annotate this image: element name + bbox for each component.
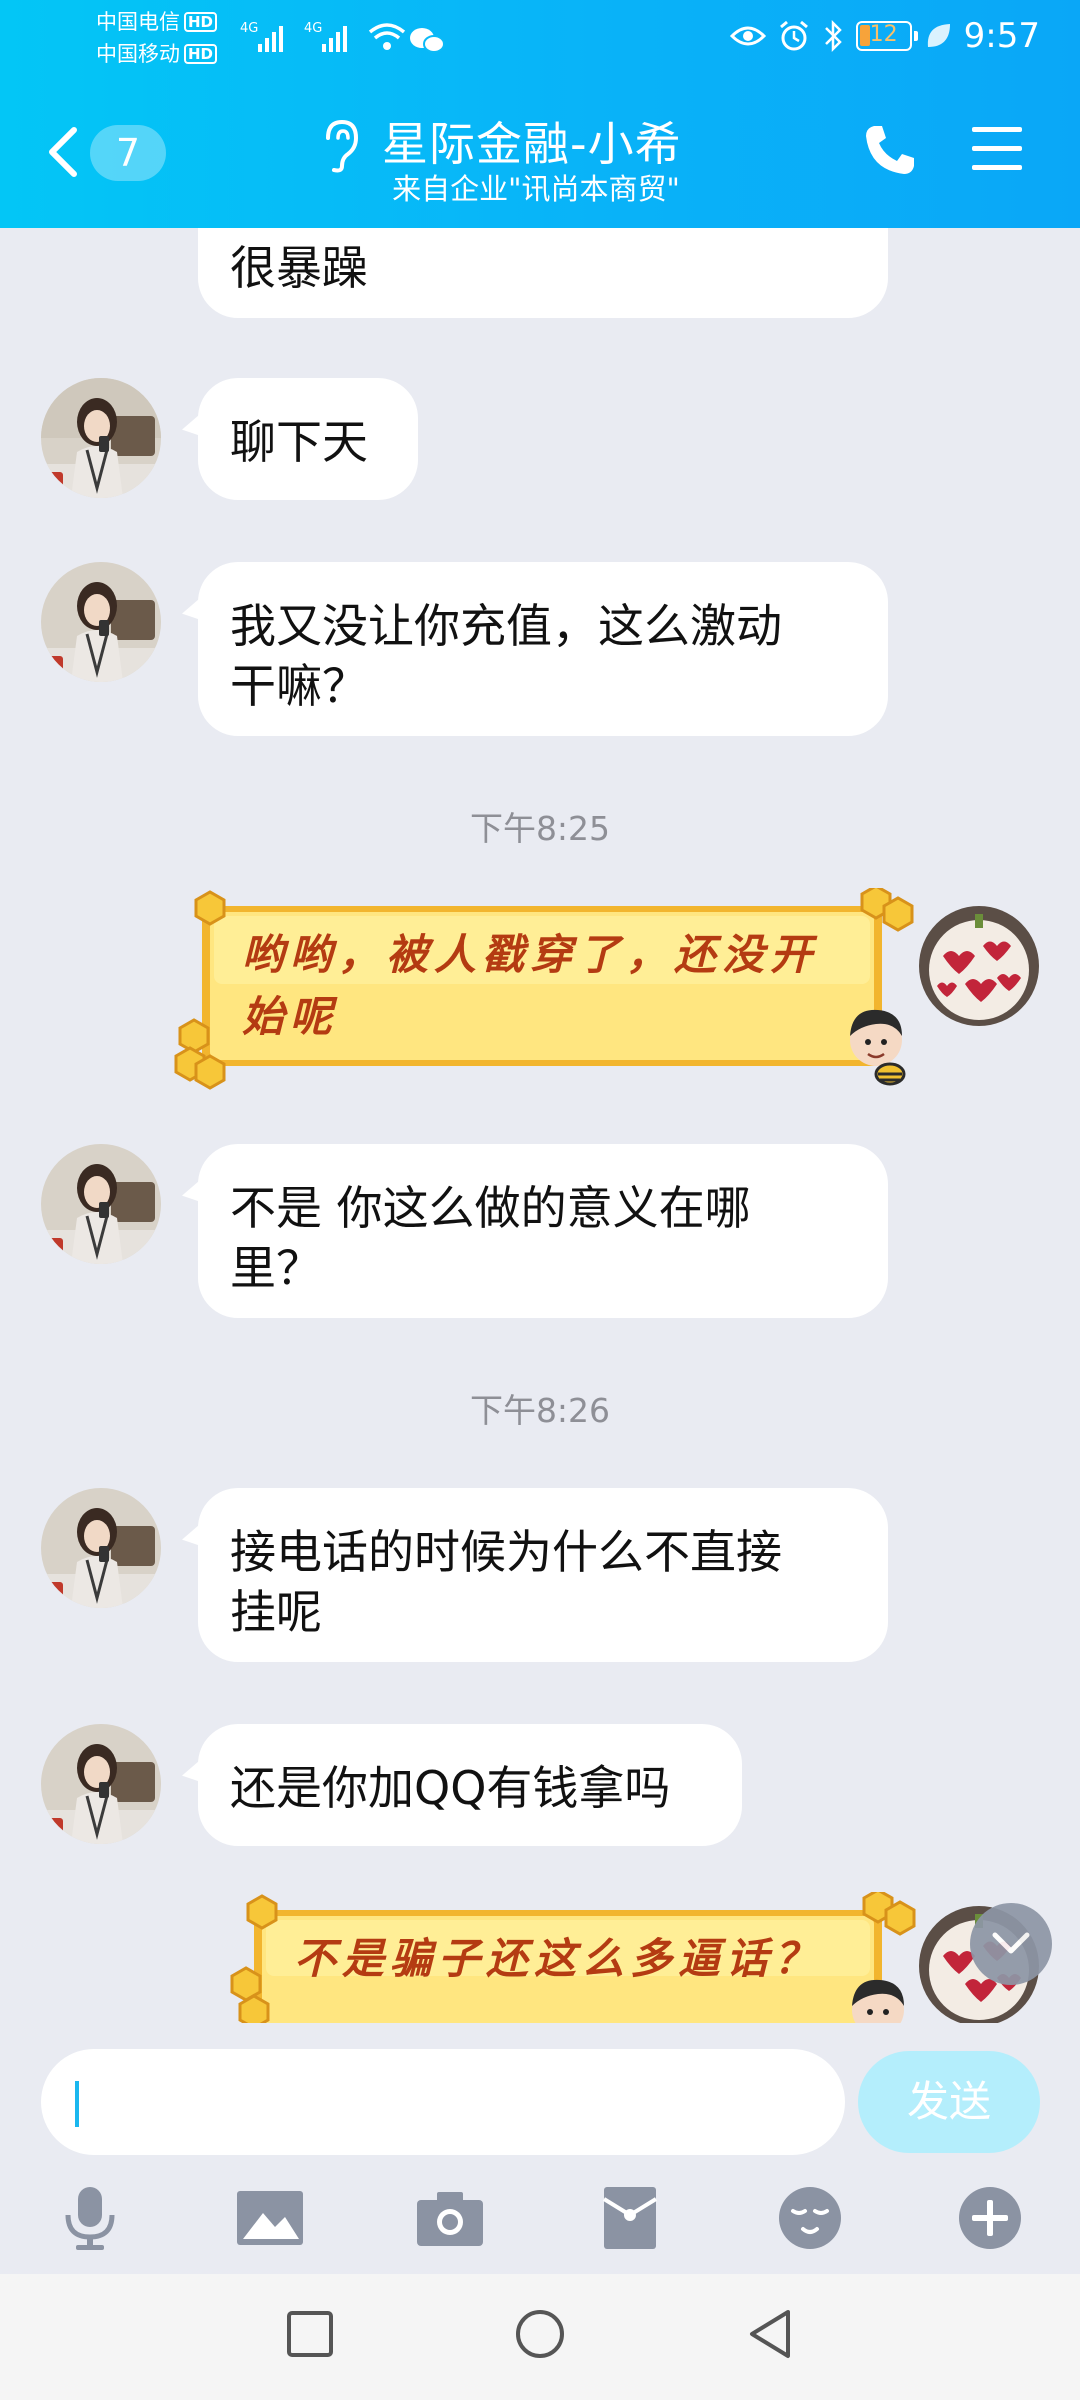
contact-company: 来自企业"讯尚本商贸" [392, 172, 680, 206]
message-line-2: 里？ [230, 1241, 322, 1295]
emoji-icon [779, 2187, 841, 2249]
mic-icon [65, 2187, 115, 2250]
timestamp: 下午8:26 [469, 1391, 611, 1430]
system-navigation-bar [0, 2274, 1080, 2400]
carrier-1-name: 中国电信 [96, 10, 180, 34]
message-bubble[interactable]: 不是 你这么做的意义在哪 里？ [198, 1144, 888, 1318]
back-nav-icon[interactable] [744, 2308, 796, 2360]
red-packet-icon [602, 2187, 658, 2249]
phone-call-icon[interactable] [862, 122, 918, 178]
avatar[interactable] [41, 378, 161, 498]
clock: 9:57 [963, 16, 1040, 56]
camera-icon [417, 2192, 483, 2246]
my-avatar[interactable] [919, 906, 1039, 1026]
avatar[interactable] [41, 1144, 161, 1264]
signal-wifi-icons: 4G 4G [240, 21, 445, 53]
carrier-1: 中国电信 HD [96, 10, 218, 34]
net-label-2: 4G [304, 21, 322, 36]
alarm-icon [779, 20, 808, 51]
message-bubble[interactable]: 接电话的时候为什么不直接 挂呢 [198, 1488, 888, 1662]
net-label-1: 4G [240, 21, 258, 36]
plus-icon [959, 2187, 1021, 2249]
send-button[interactable]: 发送 [858, 2051, 1040, 2153]
contact-avatar-image [41, 378, 161, 498]
sticker-text: 不是骗子还这么多逼话？ [294, 1934, 823, 1983]
image-icon [237, 2191, 303, 2245]
message-list[interactable]: 很暴躁 聊下天 我又没让你充值，这么激动 干嘛？ 下午8:25 哟哟，被人戳穿了… [0, 228, 1080, 2023]
recents-icon[interactable] [284, 2308, 336, 2360]
more-button[interactable] [952, 2180, 1028, 2256]
scroll-to-bottom-button[interactable] [970, 1903, 1052, 1985]
emoji-button[interactable] [772, 2180, 848, 2256]
carrier-2: 中国移动 HD [96, 42, 218, 66]
carrier-2-name: 中国移动 [96, 42, 180, 66]
red-packet-button[interactable] [592, 2180, 668, 2256]
hd-badge: HD [184, 12, 218, 32]
chevron-down-icon [992, 1932, 1030, 1954]
sticker-bubble[interactable]: 哟哟，被人戳穿了，还没开 始呢 [172, 884, 916, 1090]
subtitle-row: 来自企业"讯尚本商贸" [0, 166, 1080, 208]
camera-button[interactable] [412, 2180, 488, 2256]
home-icon[interactable] [514, 2308, 566, 2360]
contact-avatar-image [41, 1144, 161, 1264]
leaf-icon [927, 24, 950, 47]
eye-icon [729, 26, 766, 46]
contact-name: 星际金融-小希 [382, 117, 682, 171]
hd-badge: HD [184, 44, 218, 64]
photo-button[interactable] [232, 2180, 308, 2256]
message-line-1: 接电话的时候为什么不直接 [230, 1525, 782, 1579]
avatar[interactable] [41, 1488, 161, 1608]
bluetooth-icon [824, 19, 842, 53]
avatar[interactable] [41, 562, 161, 682]
message-line-1: 我又没让你充值，这么激动 [230, 599, 782, 653]
battery-indicator: 12 [855, 21, 918, 51]
status-bar: 中国电信 HD 中国移动 HD 4G 4G 12 9:57 [0, 0, 1080, 78]
character-face-icon [852, 1979, 904, 2023]
chat-header: 中国电信 HD 中国移动 HD 4G 4G 12 9:57 7 星际金融-小希 … [0, 0, 1080, 228]
message-line-1: 不是 你这么做的意义在哪 [230, 1181, 751, 1235]
text-cursor [75, 2081, 79, 2127]
menu-icon[interactable] [970, 124, 1024, 174]
message-line-2: 挂呢 [230, 1585, 322, 1639]
message-bubble[interactable]: 很暴躁 [198, 228, 888, 318]
message-line-2: 干嘛？ [230, 659, 368, 713]
avatar[interactable] [41, 1724, 161, 1844]
message-text: 聊下天 [230, 415, 368, 469]
contact-avatar-image [41, 562, 161, 682]
user-avatar-image [919, 906, 1039, 1026]
contact-avatar-image [41, 1488, 161, 1608]
sticker-bubble[interactable]: 不是骗子还这么多逼话？ [224, 1888, 916, 2023]
message-bubble[interactable]: 还是你加QQ有钱拿吗 [198, 1724, 742, 1846]
voice-button[interactable] [52, 2180, 128, 2256]
message-text: 还是你加QQ有钱拿吗 [230, 1761, 671, 1815]
status-right: 12 9:57 [729, 16, 1040, 56]
battery-level: 12 [869, 22, 898, 47]
character-face-icon [850, 1009, 906, 1086]
message-text: 很暴躁 [230, 241, 368, 295]
sticker-text-line-1: 哟哟，被人戳穿了，还没开 [242, 930, 819, 979]
message-bubble[interactable]: 聊下天 [198, 378, 418, 500]
timestamp: 下午8:25 [469, 809, 611, 848]
message-bubble[interactable]: 我又没让你充值，这么激动 干嘛？ [198, 562, 888, 736]
contact-avatar-image [41, 1724, 161, 1844]
sticker-text-line-2: 始呢 [242, 992, 339, 1041]
message-input[interactable] [41, 2049, 845, 2155]
